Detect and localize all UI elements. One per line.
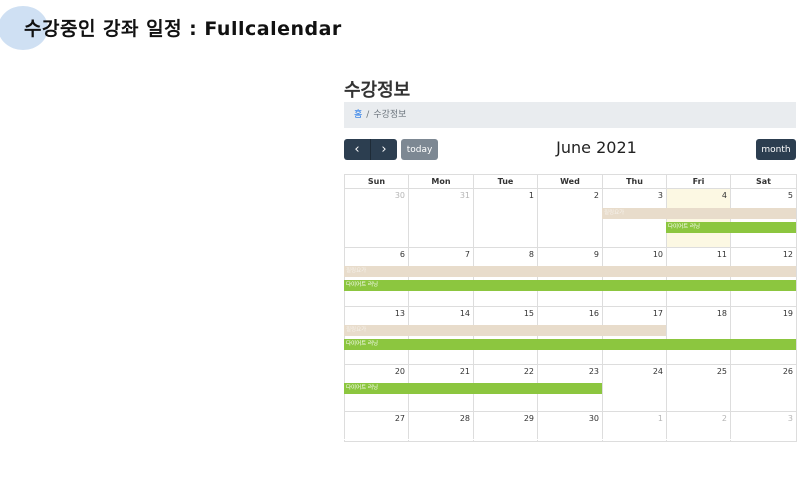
day-number: 19 (782, 309, 793, 318)
day-number: 7 (464, 250, 470, 259)
day-cell[interactable]: 30 (344, 188, 409, 248)
event-diet-running[interactable]: 다이어트 러닝 (344, 280, 796, 291)
event-feeling-yoga[interactable]: 필링요가 (602, 208, 796, 219)
day-number: 30 (394, 191, 405, 200)
day-header-thu: Thu (602, 174, 667, 189)
day-number: 16 (588, 309, 599, 318)
prev-month-button[interactable]: ‹ (344, 139, 370, 160)
calendar-grid: Sun Mon Tue Wed Thu Fri Sat 30 31 1 2 3 4 5 6 7 8 9 10 11 12… (344, 174, 797, 442)
day-number: 28 (459, 414, 470, 423)
day-number: 1 (528, 191, 534, 200)
day-number: 1 (657, 414, 663, 423)
event-diet-running[interactable]: 다이어트 러닝 (666, 222, 796, 233)
day-number: 4 (721, 191, 727, 200)
day-cell[interactable]: 31 (408, 188, 474, 248)
day-cell[interactable]: 12 (730, 247, 797, 307)
day-cell[interactable]: 7 (408, 247, 474, 307)
day-header-tue: Tue (473, 174, 538, 189)
day-header-sun: Sun (344, 174, 409, 189)
day-cell[interactable]: 27 (344, 411, 409, 442)
day-header-mon: Mon (408, 174, 474, 189)
day-number: 11 (716, 250, 727, 259)
day-number: 20 (394, 367, 405, 376)
breadcrumb-current: 수강정보 (373, 110, 407, 120)
day-cell[interactable]: 1 (473, 188, 538, 248)
day-number: 3 (787, 414, 793, 423)
event-feeling-yoga[interactable]: 필링요가 (344, 325, 666, 336)
day-number: 25 (716, 367, 727, 376)
day-header-fri: Fri (666, 174, 731, 189)
day-number: 30 (588, 414, 599, 423)
day-cell[interactable]: 30 (537, 411, 603, 442)
day-number: 6 (399, 250, 405, 259)
day-cell[interactable]: 18 (666, 306, 731, 365)
event-diet-running[interactable]: 다이어트 러닝 (344, 383, 602, 394)
day-cell[interactable]: 2 (666, 411, 731, 442)
day-number: 8 (528, 250, 534, 259)
breadcrumb-separator: / (366, 110, 370, 120)
day-header-sat: Sat (730, 174, 797, 189)
day-number: 27 (394, 414, 405, 423)
slide-title: 수강중인 강좌 일정 : Fullcalendar (24, 18, 342, 40)
day-number: 23 (588, 367, 599, 376)
day-number: 22 (523, 367, 534, 376)
day-header-wed: Wed (537, 174, 603, 189)
day-number: 2 (593, 191, 599, 200)
day-number: 13 (394, 309, 405, 318)
next-month-button[interactable]: › (370, 139, 397, 160)
breadcrumb-home-link[interactable]: 홈 (354, 110, 362, 120)
day-cell[interactable]: 26 (730, 364, 797, 412)
day-cell[interactable]: 24 (602, 364, 667, 412)
chevron-right-icon: › (381, 142, 387, 157)
calendar-fade-edge (344, 439, 796, 440)
day-number: 26 (782, 367, 793, 376)
day-cell[interactable]: 2 (537, 188, 603, 248)
day-cell[interactable]: 28 (408, 411, 474, 442)
day-cell[interactable]: 8 (473, 247, 538, 307)
day-cell[interactable]: 29 (473, 411, 538, 442)
day-cell[interactable]: 6 (344, 247, 409, 307)
day-cell[interactable]: 3 (730, 411, 797, 442)
day-cell[interactable]: 19 (730, 306, 797, 365)
day-cell[interactable]: 11 (666, 247, 731, 307)
day-cell[interactable]: 25 (666, 364, 731, 412)
day-number: 15 (523, 309, 534, 318)
day-number: 18 (716, 309, 727, 318)
nav-button-group: ‹ › (344, 139, 397, 160)
day-number: 2 (721, 414, 727, 423)
month-view-button[interactable]: month (756, 139, 796, 160)
day-number: 12 (782, 250, 793, 259)
event-diet-running[interactable]: 다이어트 러닝 (344, 339, 796, 350)
page-heading: 수강정보 (344, 80, 411, 101)
day-number: 3 (657, 191, 663, 200)
day-number: 9 (593, 250, 599, 259)
day-number: 17 (652, 309, 663, 318)
day-number: 21 (459, 367, 470, 376)
day-number: 5 (787, 191, 793, 200)
day-number: 31 (459, 191, 470, 200)
day-number: 14 (459, 309, 470, 318)
chevron-left-icon: ‹ (354, 142, 360, 157)
day-cell[interactable]: 1 (602, 411, 667, 442)
day-number: 24 (652, 367, 663, 376)
day-cell[interactable]: 9 (537, 247, 603, 307)
day-number: 10 (652, 250, 663, 259)
day-number: 29 (523, 414, 534, 423)
today-button[interactable]: today (401, 139, 438, 160)
event-feeling-yoga[interactable]: 필링요가 (344, 266, 796, 277)
breadcrumb: 홈 / 수강정보 (344, 102, 796, 128)
day-cell[interactable]: 10 (602, 247, 667, 307)
calendar-title: June 2021 (556, 138, 637, 157)
